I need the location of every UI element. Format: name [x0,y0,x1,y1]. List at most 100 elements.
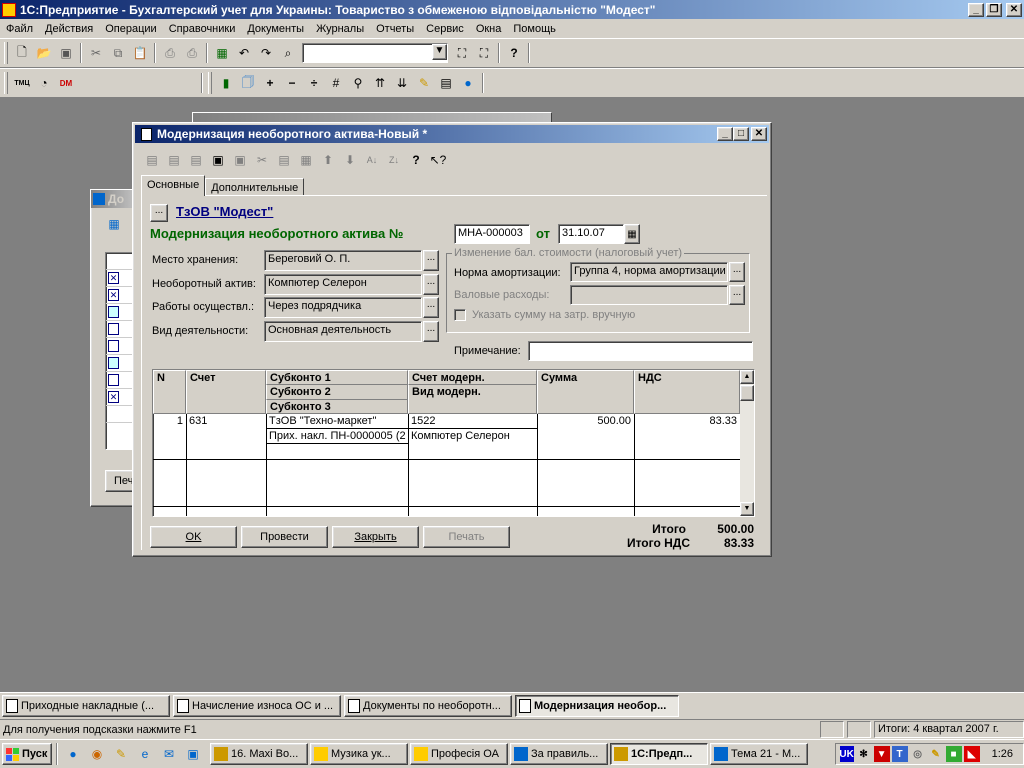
subtract-icon[interactable]: − [282,73,302,93]
org-select-button[interactable]: ... [150,204,168,222]
date-field[interactable]: 31.10.07 [558,224,624,244]
tray-antivirus-icon[interactable]: ▼ [873,746,890,762]
quicklaunch-1c-icon[interactable]: ✎ [111,744,131,764]
calendar-button[interactable]: ▦ [624,224,640,244]
taskbar-item[interactable]: Тема 21 - М... [710,743,808,765]
search-combo[interactable]: ▼ [302,43,448,63]
docs-list-row[interactable] [106,406,134,423]
context-help-icon[interactable]: ↖? [428,150,448,170]
cash-register-icon[interactable]: ▤ [436,73,456,93]
tray-audio-icon[interactable]: ◎ [910,746,926,762]
find-icon[interactable]: ⌕ [278,43,298,63]
header-mod-account[interactable]: Счет модерн. [408,370,537,385]
post-button[interactable]: Провести [241,526,328,548]
row-grid-icon[interactable]: ▦ [296,150,316,170]
search-input[interactable] [303,44,432,62]
dm-icon[interactable]: DM [56,73,76,93]
scroll-thumb[interactable] [740,385,754,401]
down-arrows-icon[interactable]: ⇊ [392,73,412,93]
menu-item[interactable]: Помощь [507,20,562,38]
move-up-icon[interactable]: ⬆ [318,150,338,170]
row-add-icon[interactable]: ▤ [142,150,162,170]
docs-list-row[interactable] [106,355,134,372]
storage-field[interactable]: Береговий О. П. [264,250,422,271]
header-account[interactable]: Счет [186,370,266,414]
start-button[interactable]: Пуск [2,743,52,765]
menu-item[interactable]: Операции [99,20,162,38]
link-icon[interactable]: ⚲ [348,73,368,93]
pencil-icon[interactable]: ✎ [414,73,434,93]
window-tab[interactable]: Модернизация необор... [515,695,679,717]
menu-item[interactable]: Справочники [163,20,242,38]
works-select-button[interactable]: ... [423,297,439,318]
tray-t-icon[interactable]: T [891,746,908,762]
add-icon[interactable]: + [260,73,280,93]
tray-network-icon[interactable]: ✻ [856,746,872,762]
paste-icon[interactable]: 📋 [130,43,150,63]
print-icon[interactable]: ⎙ [160,43,180,63]
asset-select-button[interactable]: ... [423,274,439,295]
taskbar-item[interactable]: 16. Maxi Bo... [210,743,308,765]
row-save-icon[interactable]: ▣ [208,150,228,170]
tray-red-icon[interactable]: ◣ [963,746,980,762]
table-row[interactable]: 1 631 ТзОВ "Техно-маркет" Прих. накл. ПН… [153,414,740,460]
row-delete-icon[interactable]: ▣ [230,150,250,170]
close-form-button[interactable]: Закрыть [332,526,419,548]
window-tab[interactable]: Документы по необоротн... [344,695,512,717]
header-mod-type[interactable]: Вид модерн. [408,385,537,414]
search-prev-icon[interactable]: ⛶ [474,43,494,63]
gross-select-button[interactable]: ... [729,285,745,305]
docs-list-row[interactable] [106,338,134,355]
row-cut-icon[interactable]: ✂ [252,150,272,170]
quicklaunch-browser-icon[interactable]: ● [63,744,83,764]
window-tab[interactable]: Приходные накладные (... [2,695,170,717]
dialog-minimize-button[interactable]: _ [717,127,733,141]
table-scrollbar[interactable]: ▲ ▼ [740,370,754,516]
menu-item[interactable]: Сервис [420,20,470,38]
taskbar-item[interactable]: Професія ОА [410,743,508,765]
clock-icon[interactable]: ◔ [34,73,54,93]
quicklaunch-ie-icon[interactable]: e [135,744,155,764]
menu-item[interactable]: Окна [470,20,508,38]
dialog-close-button[interactable]: ✕ [751,127,767,141]
norm-field[interactable]: Группа 4, норма амортизации [570,262,728,282]
docs-list-row[interactable]: ✕ [106,389,134,406]
quicklaunch-media-icon[interactable]: ◉ [87,744,107,764]
menu-item[interactable]: Документы [241,20,310,38]
open-icon[interactable]: 📂 [34,43,54,63]
menu-item[interactable]: Действия [39,20,99,38]
docs-list-row[interactable] [106,372,134,389]
tray-green-icon[interactable]: ■ [945,746,962,762]
header-subconto1[interactable]: Субконто 1 [266,370,408,385]
search-dropdown-button[interactable]: ▼ [432,44,447,60]
row-copy-icon[interactable]: ▤ [164,150,184,170]
docs-list-row[interactable] [106,304,134,321]
activity-field[interactable]: Основная деятельность [264,321,422,342]
header-sum[interactable]: Сумма [537,370,634,414]
row-filter-icon[interactable]: ▤ [274,150,294,170]
gross-field[interactable] [570,285,728,305]
taskbar-item[interactable]: 1С:Предп... [610,743,708,765]
tray-1c-icon[interactable]: ✎ [928,746,944,762]
dialog-maximize-button[interactable]: □ [733,127,749,141]
documents-window[interactable]: До ▦ ✕ ✕ ✕ Печ [90,189,145,507]
header-n[interactable]: N [153,370,186,414]
calculator-icon[interactable]: ▦ [212,43,232,63]
print-button[interactable]: Печать [423,526,510,548]
docs-list[interactable]: ✕ ✕ ✕ [105,252,135,450]
new-icon[interactable]: 🗋 [12,43,32,63]
taskbar-item[interactable]: За правиль... [510,743,608,765]
divide-icon[interactable]: ÷ [304,73,324,93]
help-question-icon[interactable]: ? [406,150,426,170]
docs-list-row[interactable] [106,253,134,270]
sort-asc-icon[interactable]: A↓ [362,150,382,170]
ok-button[interactable]: OK [150,526,237,548]
menu-item[interactable]: Журналы [310,20,370,38]
copy-icon[interactable]: ⧉ [108,43,128,63]
menu-item[interactable]: Файл [0,20,39,38]
manual-sum-checkbox[interactable] [454,309,466,321]
tab-additional[interactable]: Дополнительные [205,178,305,196]
norm-select-button[interactable]: ... [729,262,745,282]
sort-desc-icon[interactable]: Z↓ [384,150,404,170]
row-edit-icon[interactable]: ▤ [186,150,206,170]
